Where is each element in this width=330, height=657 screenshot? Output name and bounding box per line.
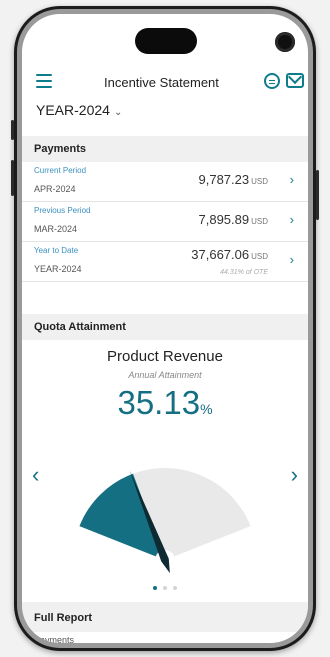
payment-period-date: APR-2024: [34, 184, 76, 194]
payment-amount: 37,667.06 USD: [191, 247, 268, 262]
payment-amount-value: 37,667.06: [191, 247, 250, 262]
quota-card-title: Product Revenue: [107, 348, 223, 365]
payment-currency: USD: [251, 177, 268, 186]
app-screen: Incentive Statement YEAR-2024 ⌄ Payments …: [22, 14, 308, 643]
chevron-right-icon[interactable]: ›: [290, 172, 294, 187]
ote-percentage: 44.31% of OTE: [220, 269, 268, 276]
payment-amount: 9,787.23 USD: [199, 172, 269, 187]
payment-row-year-to-date[interactable]: Year to Date YEAR-2024 37,667.06 USD 44.3…: [22, 242, 308, 282]
payment-currency: USD: [251, 217, 268, 226]
dynamic-island: [135, 28, 295, 54]
year-selector-label: YEAR-2024: [36, 102, 110, 118]
full-report-item-label: Payments: [34, 635, 75, 643]
phone-side-button: [11, 160, 14, 196]
camera-icon: [275, 32, 295, 52]
year-selector[interactable]: YEAR-2024 ⌄: [36, 102, 122, 118]
payment-period-label: Year to Date: [34, 246, 79, 255]
chevron-right-icon[interactable]: ›: [290, 212, 294, 227]
payment-row-previous-period[interactable]: Previous Period MAR-2024 7,895.89 USD ›: [22, 202, 308, 242]
payment-period-label: Current Period: [34, 166, 87, 175]
payment-amount-value: 7,895.89: [198, 212, 250, 227]
carousel-dots: [22, 577, 308, 595]
payment-period-date: YEAR-2024: [34, 264, 82, 274]
payment-period-date: MAR-2024: [34, 224, 78, 234]
payment-currency: USD: [251, 252, 268, 261]
top-bar: Incentive Statement: [22, 68, 308, 98]
carousel-dot[interactable]: [163, 586, 167, 590]
quota-card-subtitle: Annual Attainment: [128, 370, 202, 380]
full-report-section-header: Full Report: [22, 602, 308, 632]
full-report-first-row[interactable]: Payments: [22, 632, 308, 643]
chevron-right-icon[interactable]: ›: [290, 252, 294, 267]
page-title: Incentive Statement: [104, 75, 219, 90]
chevron-down-icon: ⌄: [113, 107, 123, 118]
attainment-number: 35.13: [117, 384, 201, 421]
payment-amount-value: 9,787.23: [198, 172, 250, 187]
quota-card: Product Revenue Annual Attainment 35.13%…: [22, 340, 308, 602]
payment-amount: 7,895.89 USD: [199, 212, 269, 227]
phone-side-button: [11, 120, 14, 140]
hamburger-menu-icon[interactable]: [36, 74, 52, 88]
carousel-next-icon[interactable]: ›: [291, 462, 298, 488]
carousel-prev-icon[interactable]: ‹: [32, 462, 39, 488]
carousel-dot[interactable]: [173, 586, 177, 590]
payment-period-label: Previous Period: [34, 206, 91, 215]
attainment-unit: %: [200, 401, 213, 417]
phone-side-button: [316, 170, 319, 220]
chat-icon[interactable]: [264, 73, 280, 89]
payment-row-current-period[interactable]: Current Period APR-2024 9,787.23 USD ›: [22, 162, 308, 202]
carousel-dot[interactable]: [153, 586, 157, 590]
attainment-gauge: [79, 467, 251, 574]
payments-section-header: Payments: [22, 136, 308, 162]
quota-section-header: Quota Attainment: [22, 314, 308, 340]
mail-icon[interactable]: [286, 73, 304, 88]
attainment-value: 35.13%: [22, 384, 308, 422]
